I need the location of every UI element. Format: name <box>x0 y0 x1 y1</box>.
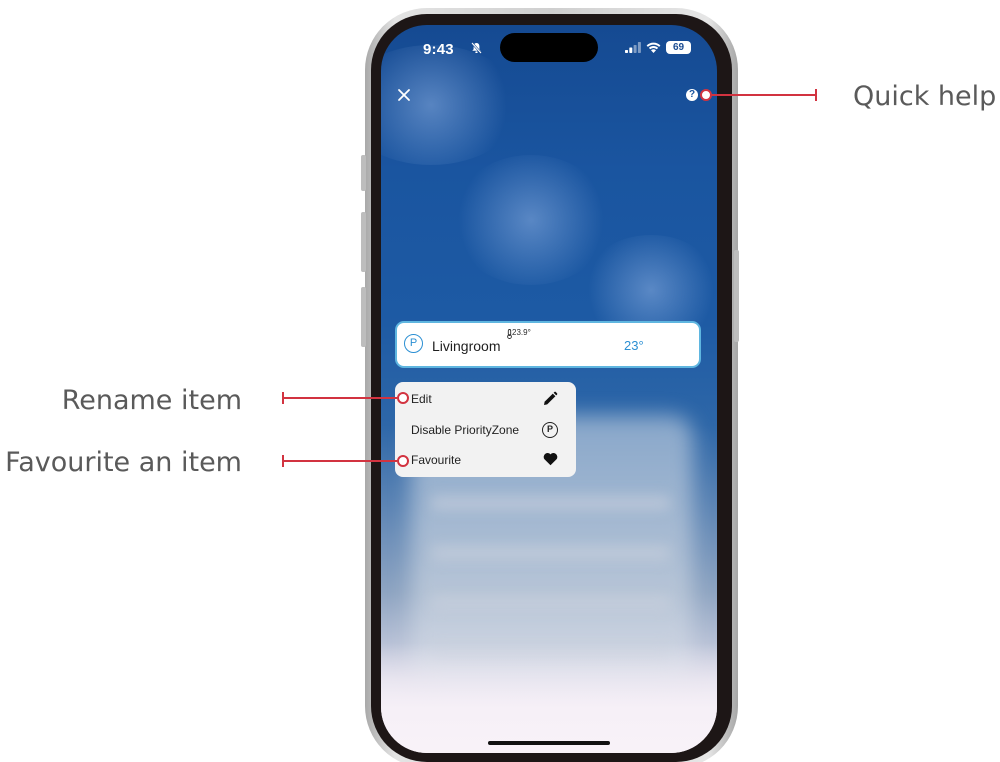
bottom-fade <box>381 643 717 753</box>
callout-line-rename <box>283 397 397 399</box>
background-glow <box>381 45 521 165</box>
help-icon[interactable]: ? <box>686 89 698 101</box>
wifi-icon <box>646 42 661 53</box>
callout-favourite-item: Favourite an item <box>5 447 242 478</box>
callout-quick-help: Quick help <box>853 81 997 112</box>
menu-item-edit[interactable]: Edit <box>395 384 576 414</box>
setpoint-temperature: 23° <box>624 338 644 353</box>
volume-down-button <box>361 287 366 347</box>
menu-item-favourite[interactable]: Favourite <box>395 445 576 475</box>
heart-icon <box>543 453 558 466</box>
app-screen: 9:43 69 ? P Livingroom 23.9° 23° Edit Di… <box>381 25 717 753</box>
status-indicators: 69 <box>625 41 691 54</box>
blurred-row <box>431 545 671 561</box>
sensor-temperature: 23.9° <box>512 328 531 337</box>
callout-rename-item: Rename item <box>61 385 242 416</box>
status-time: 9:43 <box>423 41 454 58</box>
close-icon[interactable] <box>397 88 411 102</box>
room-card[interactable]: P Livingroom 23.9° 23° <box>395 321 701 368</box>
mute-switch <box>361 155 366 191</box>
dynamic-island <box>500 33 598 62</box>
silent-bell-icon <box>471 42 482 54</box>
priority-zone-badge: P <box>404 334 423 353</box>
menu-item-label: Favourite <box>411 453 462 467</box>
priority-zone-icon: P <box>542 422 558 438</box>
callout-marker-quick-help <box>700 89 712 101</box>
callout-line-favourite <box>283 460 397 462</box>
battery-icon: 69 <box>666 41 691 54</box>
pencil-icon <box>544 391 558 405</box>
volume-up-button <box>361 212 366 272</box>
menu-item-label: Disable PriorityZone <box>411 423 520 437</box>
room-name: Livingroom <box>432 338 501 354</box>
menu-item-disable-priorityzone[interactable]: Disable PriorityZone P <box>395 415 576 445</box>
callout-cap-quick-help <box>815 89 817 101</box>
signal-icon <box>625 42 641 53</box>
blurred-row <box>431 595 671 611</box>
blurred-row <box>431 495 671 511</box>
callout-marker-rename <box>397 392 409 404</box>
callout-line-quick-help <box>712 94 816 96</box>
context-menu: Edit Disable PriorityZone P Favourite <box>395 382 576 477</box>
callout-marker-favourite <box>397 455 409 467</box>
home-indicator <box>488 741 610 745</box>
menu-item-label: Edit <box>411 392 432 406</box>
power-button <box>734 250 739 342</box>
